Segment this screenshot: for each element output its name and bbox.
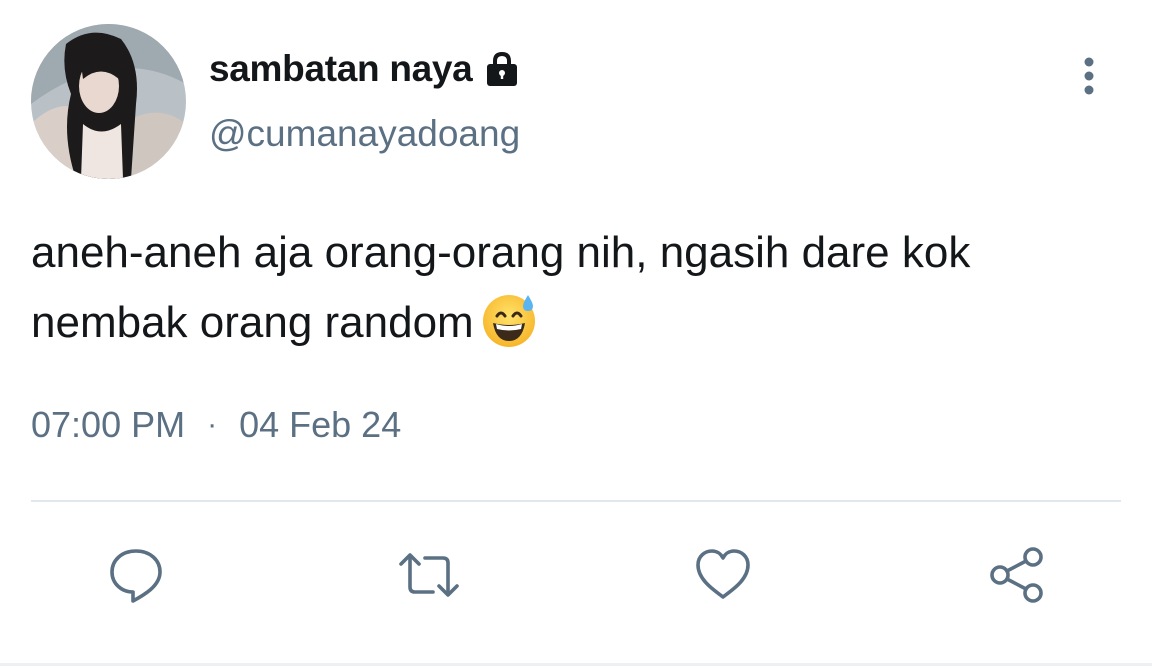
reply-icon [110, 549, 162, 603]
tweet-meta: 07:00 PM · 04 Feb 24 [31, 404, 401, 446]
tweet-time[interactable]: 07:00 PM [31, 404, 185, 446]
grinning-face-with-sweat-icon [480, 291, 538, 349]
tweet-date[interactable]: 04 Feb 24 [239, 404, 401, 446]
lock-icon [482, 49, 522, 89]
user-handle[interactable]: @cumanayadoang [209, 113, 520, 155]
like-button[interactable] [691, 543, 755, 607]
heart-icon [696, 549, 750, 599]
divider [31, 500, 1121, 502]
retweet-icon [399, 553, 459, 597]
share-icon [990, 547, 1043, 603]
display-name[interactable]: sambatan naya [209, 48, 522, 90]
reply-button[interactable] [104, 543, 168, 607]
avatar[interactable] [31, 24, 186, 179]
share-button[interactable] [985, 543, 1049, 607]
tweet-card: sambatan naya @cumanayadoang aneh-aneh a… [0, 0, 1152, 666]
tweet-text: aneh-aneh aja orang-orang nih, ngasih da… [31, 218, 1121, 358]
more-vertical-icon[interactable] [1072, 54, 1106, 98]
retweet-button[interactable] [397, 543, 461, 607]
meta-separator: · [207, 408, 218, 441]
display-name-text: sambatan naya [209, 48, 473, 89]
